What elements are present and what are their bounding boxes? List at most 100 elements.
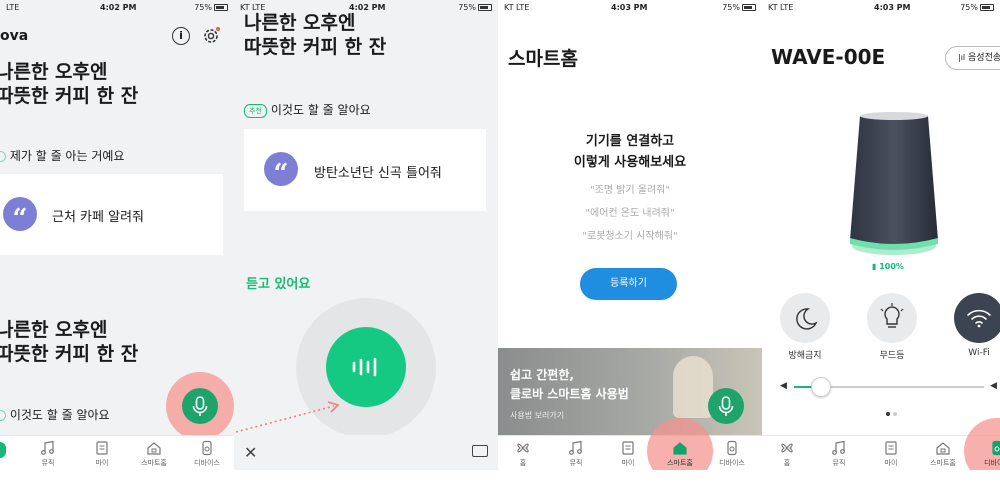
clover-icon — [781, 443, 793, 453]
device-icon — [727, 440, 737, 456]
music-icon — [569, 440, 582, 455]
intro-line2: 이렇게 사용해보세요 — [573, 155, 687, 170]
suggestion-text: 방탄소년단 신곡 틀어줘 — [314, 166, 442, 181]
document-icon — [96, 441, 108, 455]
mood-light-button[interactable] — [867, 293, 917, 343]
status-bar: LTE 4:02 PM 75% — [0, 0, 234, 15]
example-2: "에어컨 온도 내려줘" — [585, 208, 675, 219]
volume-slider[interactable] — [794, 377, 984, 397]
intro-line1: 기기를 연결하고 — [585, 134, 675, 149]
battery-indicator: 75% — [458, 3, 492, 12]
screen-listening: KT LTE 4:02 PM 75% 나른한 오후엔 따뜻한 커피 한 잔 추천… — [234, 0, 498, 470]
nav-home[interactable]: 홈 — [498, 440, 548, 468]
waveform-icon: |ıl — [958, 53, 966, 62]
settings-gear-icon[interactable] — [201, 26, 221, 46]
section-label: 추천 이것도 할 줄 알아요 — [244, 101, 371, 118]
recommend-badge: 추천 — [244, 103, 267, 118]
carrier-label: LTE — [6, 3, 20, 12]
battery-level: ▮ 100% — [872, 262, 904, 271]
section-label: 제가 할 줄 아는 거예요 — [0, 147, 124, 164]
voice-send-button[interactable]: |ıl 음성전송 — [945, 46, 1000, 70]
clock: 4:03 PM — [611, 3, 648, 12]
mic-icon — [192, 396, 208, 416]
info-icon[interactable]: i — [172, 27, 190, 45]
clock: 4:02 PM — [100, 3, 137, 12]
volume-low-icon: ◀ — [780, 381, 787, 391]
ring-icon — [0, 410, 6, 421]
battery-icon — [742, 4, 756, 11]
banner-lamp-image — [673, 356, 713, 418]
mic-button[interactable] — [182, 388, 218, 424]
smarthome-icon — [147, 442, 161, 455]
suggestion-card[interactable]: “ 근처 카페 알려줘 — [0, 174, 223, 255]
clock: 4:03 PM — [874, 3, 911, 12]
nav-my[interactable]: 마이 — [77, 440, 127, 468]
nav-home[interactable]: 홈 — [762, 440, 812, 468]
nav-device[interactable]: 디바이스 — [182, 440, 232, 468]
page-dot-active — [886, 412, 890, 416]
screen-device: KT LTE 4:03 PM 75% WAVE-00E |ıl 음성전송 ▮ 1… — [762, 0, 1000, 470]
wifi-button[interactable] — [954, 293, 1000, 343]
keyboard-icon[interactable] — [472, 445, 488, 457]
battery-icon — [214, 4, 228, 11]
nav-device[interactable]: 디바이스 — [972, 440, 1000, 468]
device-name: WAVE-00E — [771, 45, 886, 69]
wifi-label: Wi-Fi — [968, 348, 990, 358]
clover-icon — [517, 443, 529, 453]
nav-my[interactable]: 마이 — [866, 440, 916, 468]
volume-knob[interactable] — [810, 377, 831, 397]
listening-footer: ✕ — [234, 435, 498, 470]
nav-smarthome[interactable]: 스마트홈 — [918, 440, 968, 468]
headline-line2: 따뜻한 커피 한 잔 — [0, 85, 139, 107]
listening-status: 듣고 있어요 — [246, 277, 311, 292]
status-bar: KT LTE 4:03 PM 75% — [498, 0, 762, 15]
music-icon — [41, 440, 54, 455]
example-1: "조명 밝기 올려줘" — [590, 185, 670, 196]
carrier-label: KT LTE — [504, 3, 530, 12]
close-icon[interactable]: ✕ — [244, 443, 257, 462]
swipe-arrow-icon — [235, 401, 340, 433]
battery-icon — [478, 4, 492, 11]
wifi-icon — [967, 309, 991, 328]
screen-home-suggestions: LTE 4:02 PM 75% ova i 나른한 오후엔 따뜻한 커피 한 잔… — [0, 0, 234, 470]
mic-icon — [718, 396, 734, 416]
quote-icon: “ — [264, 152, 298, 189]
bottom-nav: 홈 뮤직 마이 스마트홈 디바이스 — [762, 418, 1000, 470]
screen-smarthome: KT LTE 4:03 PM 75% 스마트홈 기기를 연결하고 이렇게 사용해… — [498, 0, 762, 470]
app-name: ova — [0, 28, 29, 44]
suggestion-card[interactable]: “ 방탄소년단 신곡 틀어줘 — [244, 129, 486, 211]
nav-device[interactable]: 디바이스 — [707, 440, 757, 468]
banner-line2: 클로바 스마트홈 사용법 — [510, 387, 629, 401]
nav-my[interactable]: 마이 — [603, 440, 653, 468]
do-not-disturb-button[interactable] — [780, 293, 830, 343]
home-icon[interactable] — [0, 442, 6, 458]
mood-light-label: 무드등 — [879, 351, 905, 361]
register-button[interactable]: 등록하기 — [580, 268, 677, 300]
bottom-section-label: 이것도 할 줄 알아요 — [0, 406, 110, 423]
nav-music[interactable]: 뮤직 — [551, 440, 601, 468]
volume-high-icon: ◀ — [990, 381, 997, 391]
headline-line2: 따뜻한 커피 한 잔 — [244, 36, 387, 58]
bottom-nav: 뮤직 마이 스마트홈 디바이스 — [0, 435, 234, 470]
page-title: 스마트홈 — [508, 48, 578, 70]
device-icon — [992, 440, 1000, 456]
status-bar: KT LTE 4:03 PM 75% — [762, 0, 1000, 15]
battery-indicator: 75% — [960, 3, 994, 12]
document-icon — [622, 441, 634, 455]
nav-smarthome[interactable]: 스마트홈 — [655, 440, 705, 468]
nav-music[interactable]: 뮤직 — [814, 440, 864, 468]
document-icon — [885, 441, 897, 455]
example-3: "로봇청소기 시작해줘" — [582, 231, 678, 242]
battery-indicator: 75% — [722, 3, 756, 12]
mic-button[interactable] — [708, 388, 744, 424]
suggestion-text: 근처 카페 알려줘 — [52, 210, 144, 225]
bottom-headline-line2: 따뜻한 커피 한 잔 — [0, 343, 139, 365]
music-icon — [832, 440, 845, 455]
nav-smarthome[interactable]: 스마트홈 — [129, 440, 179, 468]
nav-music[interactable]: 뮤직 — [23, 440, 73, 468]
banner-link[interactable]: 사용법 보러가기 — [510, 410, 564, 421]
bottom-nav: 홈 뮤직 마이 스마트홈 디바이스 — [498, 418, 762, 470]
ring-icon — [0, 151, 6, 162]
quote-icon: “ — [3, 197, 37, 234]
page-dot — [893, 412, 897, 416]
